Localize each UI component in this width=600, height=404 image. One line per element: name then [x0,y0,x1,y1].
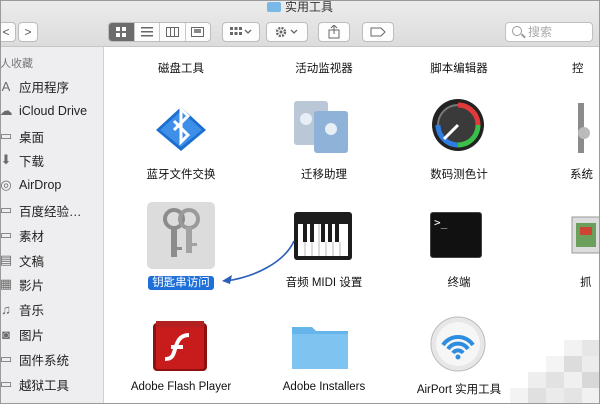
sidebar-item-baidu[interactable]: ▭ 百度经验… [0,199,103,221]
grid-icon [115,26,126,37]
music-icon: ♫ [1,301,11,317]
item-system-info[interactable]: 系统 [570,166,600,182]
sidebar-item-jailbreak[interactable]: ▭ 越狱工具 [0,373,103,395]
annotation-arrow [222,240,295,284]
sidebar-item-icloud[interactable]: ☁ iCloud Drive [0,100,103,122]
folder-icon: ▭ [0,351,13,366]
airport-utility-icon[interactable] [429,315,487,373]
list-icon [140,27,153,37]
search-field[interactable]: 搜索 [505,22,593,42]
coverflow-view-button[interactable] [186,23,211,41]
action-button[interactable] [266,22,308,42]
forward-button[interactable]: > [18,22,38,42]
sidebar-item-desktop[interactable]: ▭ 桌面 [0,125,103,147]
item-migration-assistant[interactable]: 迁移助理 [269,166,379,182]
item-adobe-installers[interactable]: Adobe Installers [259,381,389,393]
migration-assistant-icon[interactable] [292,97,352,155]
folder-icon [266,2,281,12]
download-icon: ⬇ [0,152,12,167]
sidebar-item-documents[interactable]: ▤ 文稿 [0,249,103,271]
coverflow-icon [191,27,205,37]
movies-icon: ▦ [0,276,13,291]
sidebar-item-firmware[interactable]: ▭ 固件系统 [0,348,103,370]
sidebar-item-applications[interactable]: A 应用程序 [0,75,103,97]
grab-icon[interactable] [566,207,600,261]
item-bluetooth-file-exchange[interactable]: 蓝牙文件交换 [131,166,231,182]
sidebar-item-airdrop[interactable]: ◎ AirDrop [0,174,103,196]
folder-icon: ▭ [0,227,13,242]
share-icon [328,25,340,39]
digital-color-meter-icon[interactable] [430,97,486,155]
list-view-button[interactable] [135,23,160,41]
documents-icon: ▤ [0,252,13,267]
sidebar-item-pictures[interactable]: ◙ 图片 [0,323,103,345]
adobe-flash-player-icon[interactable] [151,317,209,373]
sidebar: 人收藏 A 应用程序 ☁ iCloud Drive ▭ 桌面 ⬇ 下载 ◎ AirDrop… [0,47,104,404]
item-adobe-flash-player[interactable]: Adobe Flash Player [116,381,246,393]
terminal-icon[interactable]: >_ [430,212,482,258]
applications-icon: A [1,78,11,94]
sidebar-item-music[interactable]: ♫ 音乐 [0,298,103,320]
toolbar: 实用工具 < > 搜索 [0,0,600,47]
desktop-icon: ▭ [0,128,13,143]
folder-icon: ▭ [0,376,13,391]
back-button[interactable]: < [0,22,16,42]
tag-button[interactable] [362,22,394,42]
airdrop-icon: ◎ [0,177,12,192]
keychain-icon[interactable] [156,207,208,265]
item-disk-utility[interactable]: 磁盘工具 [131,60,231,76]
arrange-icon [230,27,252,35]
item-script-editor[interactable]: 脚本编辑器 [404,60,514,76]
sidebar-item-movies[interactable]: ▦ 影片 [0,273,103,295]
column-view-button[interactable] [160,23,186,41]
bluetooth-file-exchange-icon[interactable] [154,97,208,153]
search-icon [512,26,522,36]
sidebar-item-downloads[interactable]: ⬇ 下载 [0,149,103,171]
share-button[interactable] [318,22,350,42]
item-terminal[interactable]: 终端 [404,274,514,290]
icon-view-button[interactable] [109,23,135,41]
item-digital-color-meter[interactable]: 数码测色计 [404,166,514,182]
watermark-mosaic [510,340,600,404]
item-activity-monitor[interactable]: 活动监视器 [269,60,379,76]
pictures-icon: ◙ [2,326,10,342]
sidebar-header: 人收藏 [0,58,33,70]
gear-icon [275,26,298,38]
columns-icon [165,27,179,37]
arrange-button[interactable] [222,22,260,42]
adobe-installers-folder-icon[interactable] [290,321,350,371]
view-mode-segment [108,22,211,42]
folder-icon: ▭ [0,202,13,217]
window-title: 实用工具 [0,0,600,15]
item-grab[interactable]: 抓 [580,274,600,290]
system-info-icon[interactable] [572,103,600,153]
sidebar-item-materials[interactable]: ▭ 素材 [0,224,103,246]
tag-icon [370,27,386,37]
cloud-icon: ☁ [0,103,13,118]
item-console[interactable]: 控 [572,60,600,76]
finder-window: 实用工具 < > 搜索 人收藏 A 应用程序 ☁ iCloud Drive ▭ … [0,0,600,404]
